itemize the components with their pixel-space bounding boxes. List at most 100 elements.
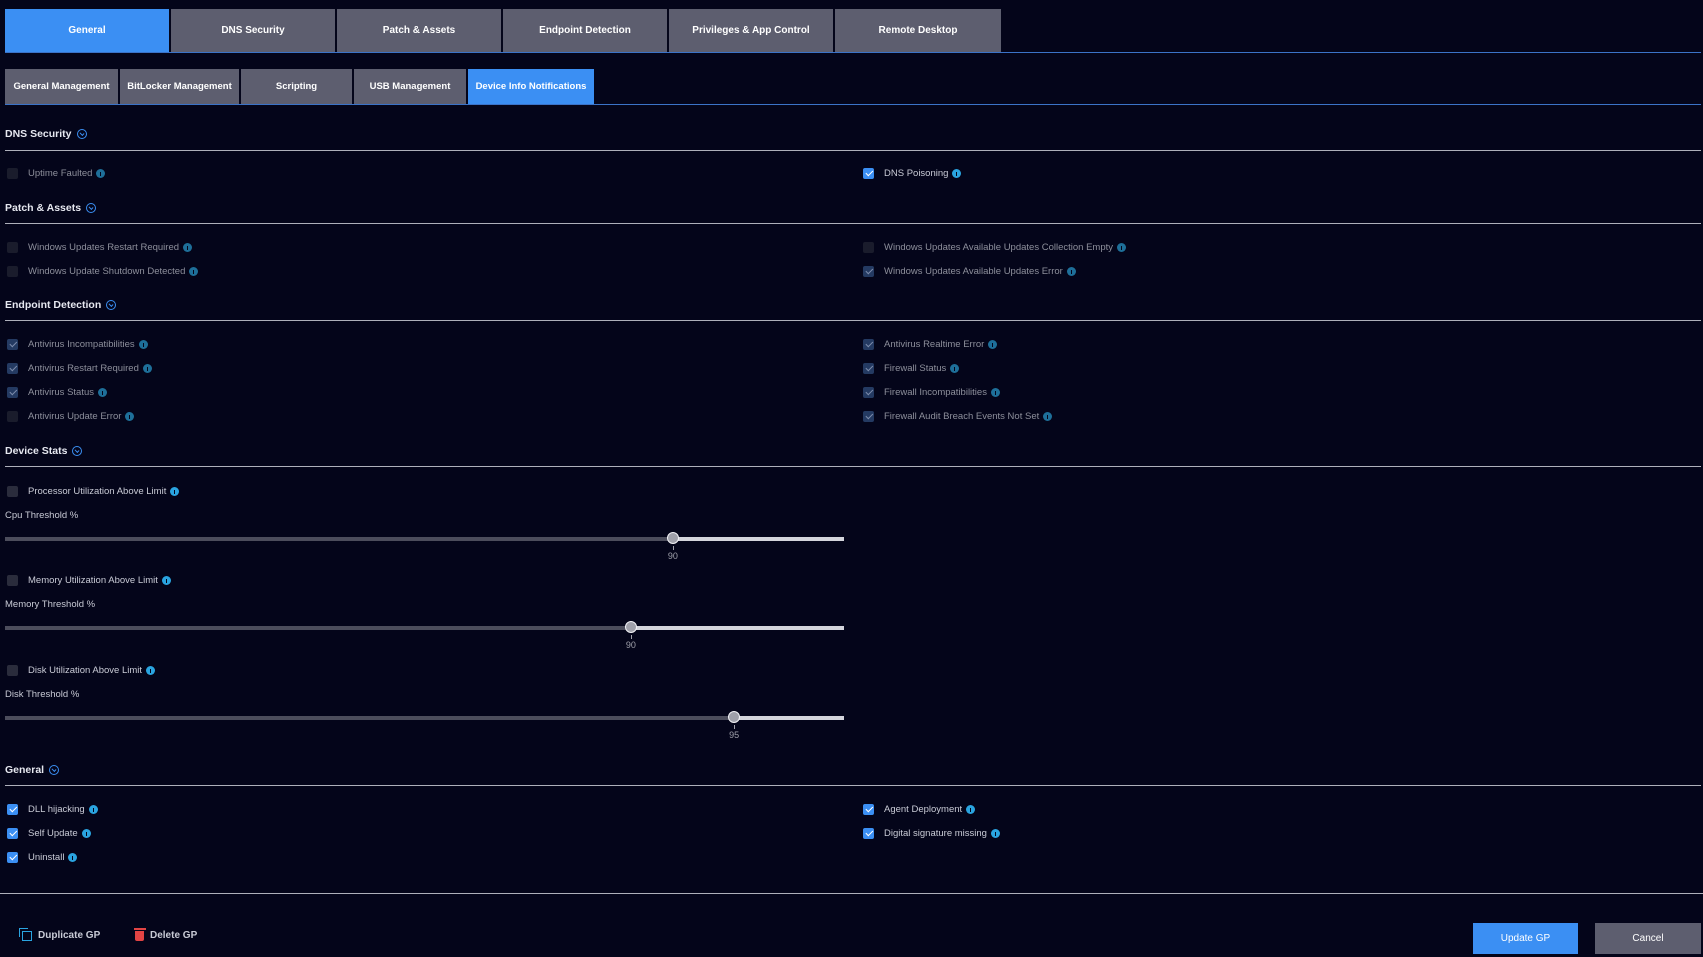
- checkbox[interactable]: [863, 339, 874, 350]
- info-icon[interactable]: [183, 243, 193, 252]
- checkbox[interactable]: [7, 486, 18, 497]
- sync-icon[interactable]: [86, 203, 97, 213]
- tab-scripting[interactable]: Scripting: [241, 69, 352, 104]
- option-label: Digital signature missing: [884, 828, 987, 839]
- option-label: DLL hijacking: [28, 804, 85, 815]
- slider-value: 90: [625, 640, 636, 650]
- checkbox[interactable]: [7, 828, 18, 839]
- option-antivirus-status[interactable]: Antivirus Status: [7, 387, 107, 398]
- section-title-text: Endpoint Detection: [5, 299, 102, 311]
- checkbox[interactable]: [7, 363, 18, 374]
- checkbox[interactable]: [7, 266, 18, 277]
- checkbox[interactable]: [863, 411, 874, 422]
- option-memory-utilization[interactable]: Memory Utilization Above Limit: [7, 575, 171, 586]
- checkbox[interactable]: [7, 387, 18, 398]
- delete-gp-button[interactable]: Delete GP: [133, 927, 197, 941]
- option-agent-deployment[interactable]: Agent Deployment: [863, 804, 976, 815]
- update-gp-button[interactable]: Update GP: [1473, 923, 1578, 954]
- option-firewall-status[interactable]: Firewall Status: [863, 363, 960, 374]
- info-icon[interactable]: [1117, 243, 1126, 252]
- disk-threshold-slider[interactable]: 95: [5, 711, 844, 740]
- duplicate-gp-button[interactable]: Duplicate GP: [19, 927, 100, 941]
- info-icon[interactable]: [1043, 412, 1053, 421]
- sync-icon[interactable]: [49, 765, 60, 775]
- info-icon[interactable]: [68, 853, 78, 862]
- option-firewall-audit-breach[interactable]: Firewall Audit Breach Events Not Set: [863, 411, 1053, 422]
- checkbox[interactable]: [863, 168, 874, 179]
- checkbox[interactable]: [863, 387, 874, 398]
- checkbox[interactable]: [7, 575, 18, 586]
- info-icon[interactable]: [81, 829, 91, 838]
- info-icon[interactable]: [988, 340, 998, 349]
- section-title-general: General: [5, 764, 60, 776]
- tab-device-info-notifications[interactable]: Device Info Notifications: [468, 69, 594, 104]
- checkbox[interactable]: [7, 411, 18, 422]
- info-icon[interactable]: [966, 805, 976, 814]
- option-firewall-incompatibilities[interactable]: Firewall Incompatibilities: [863, 387, 1000, 398]
- option-antivirus-restart-required[interactable]: Antivirus Restart Required: [7, 363, 152, 374]
- checkbox[interactable]: [863, 828, 874, 839]
- section-title-text: DNS Security: [5, 128, 72, 140]
- slider-tick: [672, 546, 674, 550]
- option-antivirus-update-error[interactable]: Antivirus Update Error: [7, 411, 135, 422]
- sync-icon[interactable]: [76, 129, 87, 139]
- tab-privileges-app-control[interactable]: Privileges & App Control: [669, 9, 833, 52]
- cpu-threshold-slider[interactable]: 90: [5, 532, 844, 561]
- option-antivirus-realtime-error[interactable]: Antivirus Realtime Error: [863, 339, 998, 350]
- tab-general-management[interactable]: General Management: [5, 69, 118, 104]
- option-windows-updates-restart-required[interactable]: Windows Updates Restart Required: [7, 242, 193, 253]
- tab-patch-assets[interactable]: Patch & Assets: [337, 9, 501, 52]
- checkbox[interactable]: [7, 339, 18, 350]
- info-icon[interactable]: [990, 829, 1000, 838]
- option-dns-poisoning[interactable]: DNS Poisoning: [863, 168, 962, 179]
- option-dll-hijacking[interactable]: DLL hijacking: [7, 804, 98, 815]
- info-icon[interactable]: [125, 412, 135, 421]
- info-icon[interactable]: [189, 267, 199, 276]
- option-windows-updates-available-error[interactable]: Windows Updates Available Updates Error: [863, 266, 1076, 277]
- sync-icon[interactable]: [72, 446, 83, 456]
- slider-thumb[interactable]: [624, 621, 637, 633]
- tab-endpoint-detection[interactable]: Endpoint Detection: [503, 9, 667, 52]
- checkbox[interactable]: [7, 665, 18, 676]
- slider-thumb[interactable]: [666, 532, 679, 544]
- option-antivirus-incompatibilities[interactable]: Antivirus Incompatibilities: [7, 339, 148, 350]
- info-icon[interactable]: [161, 576, 171, 585]
- tab-dns-security[interactable]: DNS Security: [171, 9, 335, 52]
- info-icon[interactable]: [170, 487, 180, 496]
- checkbox[interactable]: [863, 804, 874, 815]
- tab-remote-desktop[interactable]: Remote Desktop: [835, 9, 1001, 52]
- checkbox[interactable]: [7, 168, 18, 179]
- checkbox[interactable]: [863, 266, 874, 277]
- info-icon[interactable]: [950, 364, 960, 373]
- option-windows-updates-collection-empty[interactable]: Windows Updates Available Updates Collec…: [863, 242, 1126, 253]
- memory-threshold-slider[interactable]: 90: [5, 621, 844, 650]
- option-label: Self Update: [28, 828, 78, 839]
- sync-icon[interactable]: [106, 300, 117, 310]
- slider-thumb[interactable]: [728, 711, 741, 723]
- info-icon[interactable]: [952, 169, 962, 178]
- info-icon[interactable]: [142, 364, 152, 373]
- info-icon[interactable]: [138, 340, 148, 349]
- tab-general[interactable]: General: [5, 9, 169, 52]
- info-icon[interactable]: [96, 169, 106, 178]
- checkbox[interactable]: [7, 242, 18, 253]
- tab-bitlocker-management[interactable]: BitLocker Management: [120, 69, 239, 104]
- option-uptime-faulted[interactable]: Uptime Faulted: [7, 168, 106, 179]
- option-self-update[interactable]: Self Update: [7, 828, 91, 839]
- info-icon[interactable]: [88, 805, 98, 814]
- checkbox[interactable]: [863, 242, 874, 253]
- checkbox[interactable]: [863, 363, 874, 374]
- checkbox[interactable]: [7, 852, 18, 863]
- info-icon[interactable]: [146, 666, 156, 675]
- cancel-button[interactable]: Cancel: [1595, 923, 1701, 954]
- tab-usb-management[interactable]: USB Management: [354, 69, 466, 104]
- option-processor-utilization[interactable]: Processor Utilization Above Limit: [7, 486, 180, 497]
- option-windows-update-shutdown-detected[interactable]: Windows Update Shutdown Detected: [7, 266, 199, 277]
- info-icon[interactable]: [1066, 267, 1076, 276]
- option-digital-signature-missing[interactable]: Digital signature missing: [863, 828, 1000, 839]
- info-icon[interactable]: [98, 388, 107, 397]
- info-icon[interactable]: [990, 388, 1000, 397]
- checkbox[interactable]: [7, 804, 18, 815]
- option-disk-utilization[interactable]: Disk Utilization Above Limit: [7, 665, 156, 676]
- option-uninstall[interactable]: Uninstall: [7, 852, 78, 863]
